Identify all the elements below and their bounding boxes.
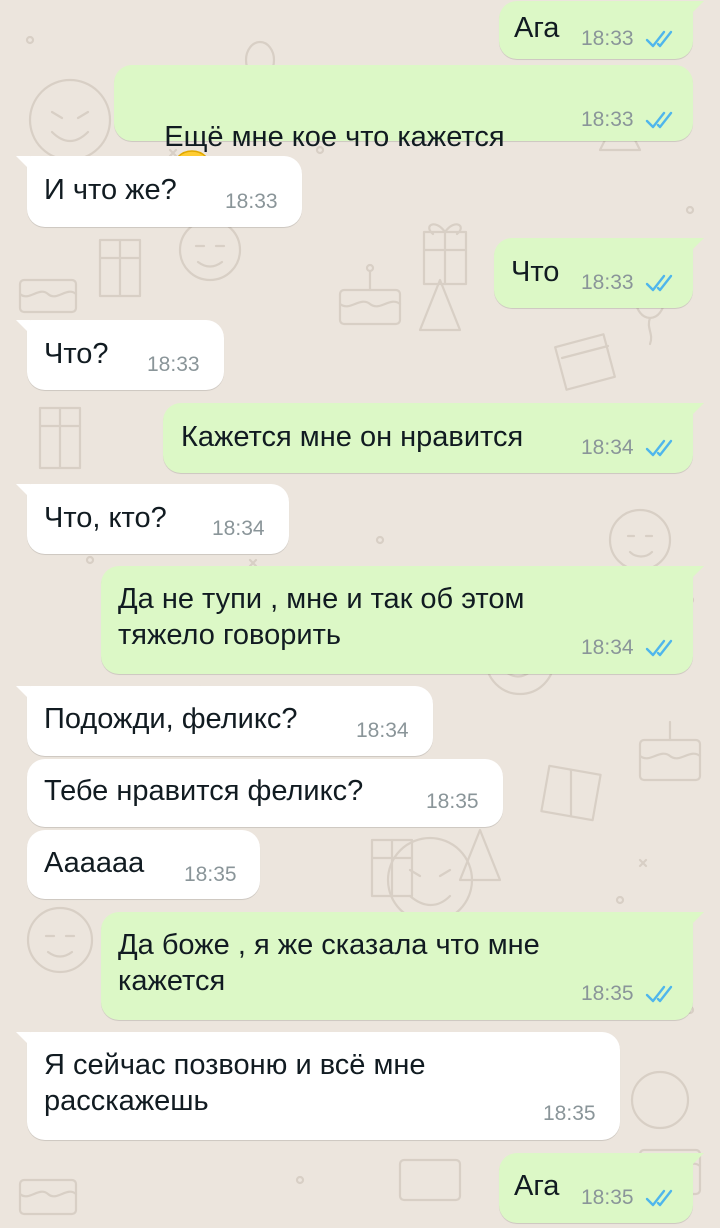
outgoing-message[interactable]: Ещё мне кое что кажется 18:33 — [114, 65, 693, 193]
gift-doodle-6 — [98, 238, 142, 298]
face-doodle-4 — [26, 906, 94, 974]
message-text: Что — [511, 256, 560, 288]
read-ticks-icon — [645, 111, 673, 129]
outgoing-message[interactable]: Что 18:33 — [494, 238, 704, 308]
message-time: 18:33 — [147, 353, 200, 376]
bubble-tail — [690, 238, 704, 252]
incoming-message[interactable]: И что же? 18:33 — [16, 156, 302, 227]
outgoing-message[interactable]: Да боже , я же сказала что мне кажется 1… — [101, 912, 704, 1020]
cake-doodle-5 — [18, 1178, 78, 1216]
gift-doodle-3 — [554, 333, 616, 391]
read-ticks-icon — [645, 1189, 673, 1207]
message-time: 18:33 — [581, 27, 634, 50]
read-ticks-icon — [645, 30, 673, 48]
outgoing-message[interactable]: Ага 18:33 — [499, 1, 704, 59]
message-text: Что, кто? — [44, 502, 167, 534]
gift-doodle-5 — [370, 838, 414, 898]
message-time: 18:34 — [356, 719, 409, 742]
message-text: Что? — [44, 338, 109, 370]
message-time: 18:35 — [426, 790, 479, 813]
cake-doodle-6 — [398, 1158, 462, 1202]
bubble-tail — [690, 566, 704, 580]
incoming-message[interactable]: Тебе нравится феликс? 18:35 — [27, 759, 503, 827]
message-time: 18:34 — [581, 636, 634, 659]
message-text: Тебе нравится феликс? — [44, 775, 364, 807]
message-text: Ага — [514, 12, 560, 44]
message-time: 18:33 — [581, 271, 634, 294]
cake-doodle-1 — [338, 263, 402, 326]
outgoing-message[interactable]: Да не тупи , мне и так об этом тяжело го… — [101, 566, 704, 674]
incoming-message[interactable]: Что? 18:33 — [16, 320, 224, 390]
face-doodle-1 — [28, 78, 112, 162]
message-time: 18:35 — [543, 1102, 596, 1125]
read-ticks-icon — [645, 985, 673, 1003]
message-time: 18:35 — [184, 863, 237, 886]
message-text-content: Ещё мне кое что кажется — [164, 121, 505, 153]
message-time: 18:33 — [225, 190, 278, 213]
read-ticks-icon — [645, 439, 673, 457]
incoming-message[interactable]: Аааааа 18:35 — [27, 830, 260, 899]
incoming-message[interactable]: Я сейчас позвоню и всё мне расскажешь 18… — [16, 1032, 620, 1140]
bubble-tail — [16, 1032, 30, 1046]
message-text: Я сейчас позвоню и всё мне расскажешь — [44, 1049, 426, 1117]
cake-doodle-2 — [18, 278, 78, 314]
bubble-tail — [16, 484, 30, 498]
gift-doodle-2 — [38, 406, 82, 470]
face-doodle-6 — [608, 508, 672, 572]
party-hat-doodle-1 — [418, 278, 462, 332]
message-time: 18:33 — [581, 108, 634, 131]
message-text: Подожди, феликс? — [44, 703, 298, 735]
message-time: 18:34 — [581, 436, 634, 459]
bubble-tail — [16, 686, 30, 700]
bubble-tail — [16, 320, 30, 334]
gift-doodle-1 — [422, 223, 468, 286]
incoming-message[interactable]: Что, кто? 18:34 — [16, 484, 289, 554]
gift-doodle-4 — [540, 764, 602, 822]
incoming-message[interactable]: Подожди, феликс? 18:34 — [16, 686, 433, 756]
message-time: 18:35 — [581, 982, 634, 1005]
message-text: Да не тупи , мне и так об этом тяжело го… — [118, 583, 525, 651]
party-hat-doodle-2 — [458, 828, 502, 882]
message-text: И что же? — [44, 174, 177, 206]
bubble-tail — [16, 156, 30, 170]
message-text: Кажется мне он нравится — [181, 421, 524, 453]
cake-doodle-3 — [638, 720, 702, 782]
outgoing-message[interactable]: Ага 18:35 — [499, 1153, 704, 1223]
read-ticks-icon — [645, 639, 673, 657]
message-text: Ага — [514, 1170, 560, 1202]
bubble-tail — [690, 1153, 704, 1167]
bubble-tail — [690, 403, 704, 417]
outgoing-message[interactable]: Кажется мне он нравится 18:34 — [163, 403, 704, 473]
bubble-tail — [690, 912, 704, 926]
message-text: Аааааа — [44, 847, 145, 879]
read-ticks-icon — [645, 274, 673, 292]
message-time: 18:35 — [581, 1186, 634, 1209]
bubble-tail — [690, 1, 704, 15]
face-doodle-7 — [630, 1070, 690, 1130]
message-time: 18:34 — [212, 517, 265, 540]
message-text: Да боже , я же сказала что мне кажется — [118, 929, 540, 997]
